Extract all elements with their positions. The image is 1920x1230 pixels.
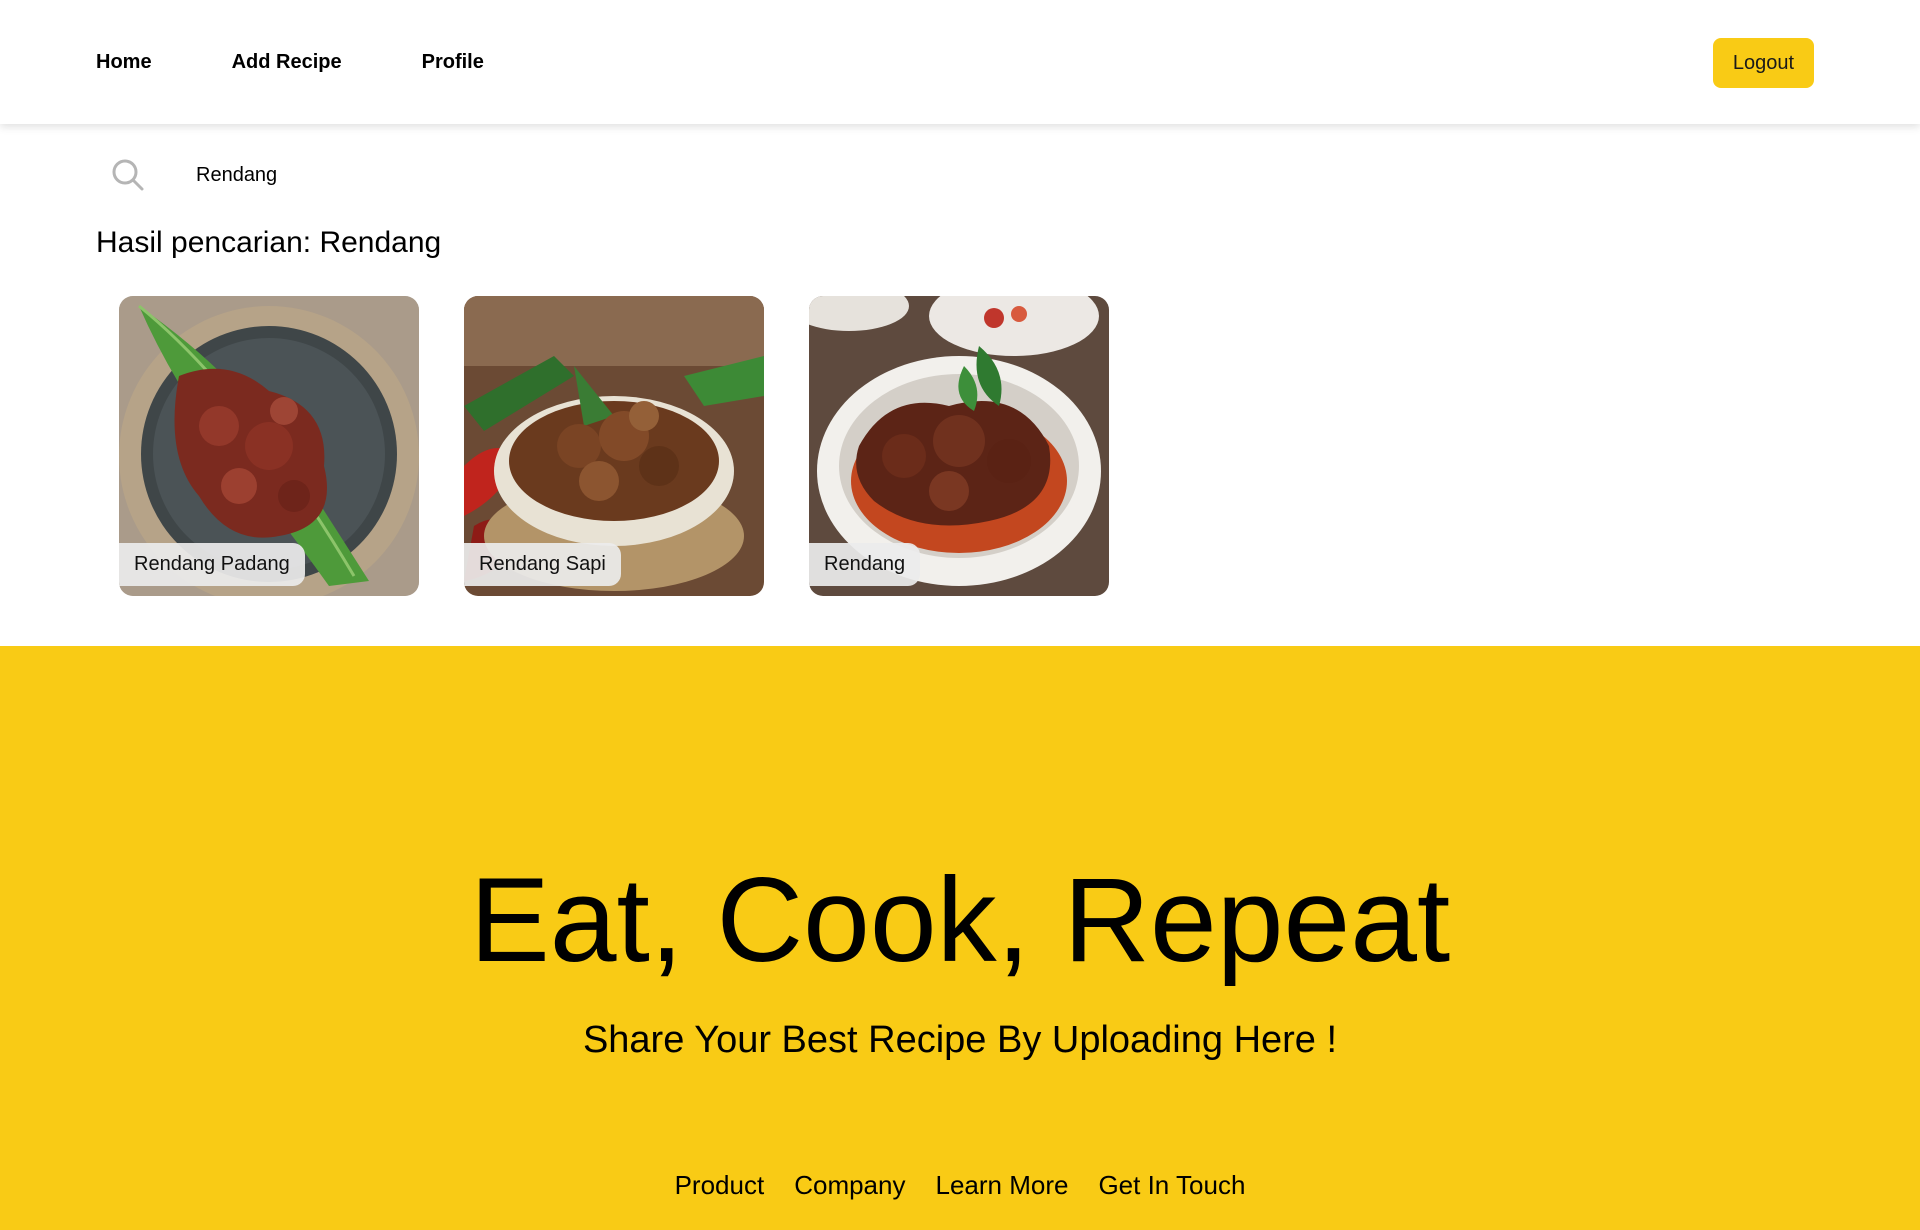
- nav-home-link[interactable]: Home: [96, 51, 152, 74]
- search-results: Rendang Padang Rendang Sapi Rendang: [119, 296, 1109, 596]
- footer-link-learn-more[interactable]: Learn More: [935, 1170, 1068, 1201]
- footer-link-product[interactable]: Product: [675, 1170, 765, 1201]
- recipe-name: Rendang Sapi: [464, 543, 621, 586]
- footer-title: Eat, Cook, Repeat: [469, 853, 1451, 987]
- nav-profile-link[interactable]: Profile: [422, 51, 484, 74]
- recipe-name: Rendang Padang: [119, 543, 305, 586]
- nav-links: Home Add Recipe Profile: [96, 0, 564, 124]
- footer-links: Product Company Learn More Get In Touch: [0, 1170, 1920, 1201]
- footer-subtitle: Share Your Best Recipe By Uploading Here…: [582, 1019, 1338, 1061]
- navbar: Home Add Recipe Profile Logout: [0, 0, 1920, 124]
- nav-add-recipe-link[interactable]: Add Recipe: [232, 51, 342, 74]
- search-bar: [110, 152, 796, 198]
- recipe-card-rendang-padang[interactable]: Rendang Padang: [119, 296, 419, 596]
- recipe-card-rendang-sapi[interactable]: Rendang Sapi: [464, 296, 764, 596]
- recipe-card-rendang[interactable]: Rendang: [809, 296, 1109, 596]
- footer-link-get-in-touch[interactable]: Get In Touch: [1098, 1170, 1245, 1201]
- search-result-title: Hasil pencarian: Rendang: [96, 226, 442, 259]
- logout-button[interactable]: Logout: [1713, 38, 1814, 88]
- search-input[interactable]: [196, 155, 796, 195]
- recipe-name: Rendang: [809, 543, 921, 586]
- footer-link-company[interactable]: Company: [794, 1170, 905, 1201]
- search-icon[interactable]: [110, 157, 146, 193]
